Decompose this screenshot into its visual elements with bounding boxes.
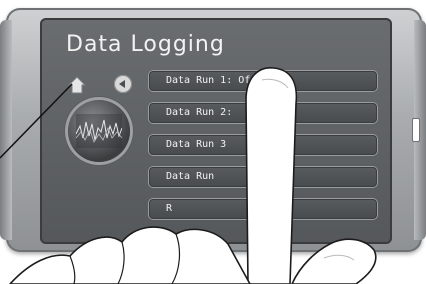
callout-line (0, 83, 73, 159)
